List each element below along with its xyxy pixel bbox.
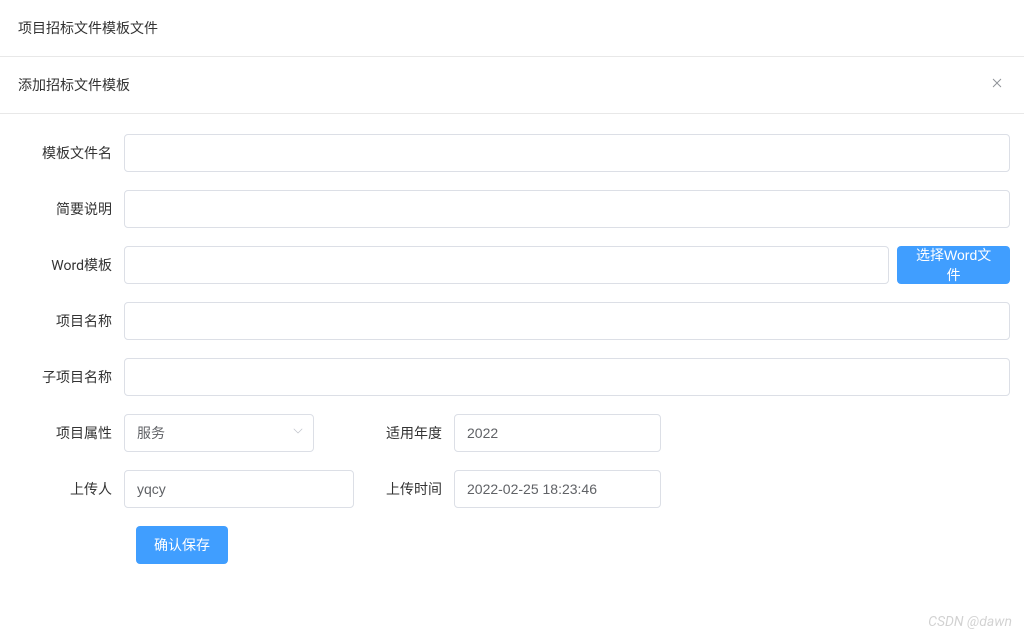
project-attr-select[interactable] <box>124 414 314 452</box>
row-word-template: Word模板 选择Word文件 <box>14 246 1010 284</box>
project-attr-value[interactable] <box>124 414 314 452</box>
page-title: 项目招标文件模板文件 <box>0 0 1024 57</box>
confirm-save-button[interactable]: 确认保存 <box>136 526 228 564</box>
template-file-name-input[interactable] <box>124 134 1010 172</box>
label-project-name: 项目名称 <box>14 311 124 331</box>
row-brief-desc: 简要说明 <box>14 190 1010 228</box>
row-sub-project-name: 子项目名称 <box>14 358 1010 396</box>
sub-project-name-input[interactable] <box>124 358 1010 396</box>
dialog-title: 添加招标文件模板 <box>18 75 130 95</box>
row-uploader-time: 上传人 上传时间 <box>14 470 1010 508</box>
submit-row: 确认保存 <box>14 526 1010 564</box>
word-template-input[interactable] <box>124 246 889 284</box>
label-brief-desc: 简要说明 <box>14 199 124 219</box>
label-applicable-year: 适用年度 <box>354 423 454 443</box>
row-template-file-name: 模板文件名 <box>14 134 1010 172</box>
label-template-file-name: 模板文件名 <box>14 143 124 163</box>
close-icon <box>990 76 1004 94</box>
row-project-name: 项目名称 <box>14 302 1010 340</box>
dialog-header: 添加招标文件模板 <box>0 57 1024 114</box>
label-uploader: 上传人 <box>14 479 124 499</box>
brief-desc-input[interactable] <box>124 190 1010 228</box>
applicable-year-input[interactable] <box>454 414 661 452</box>
upload-time-input[interactable] <box>454 470 661 508</box>
row-project-attr-year: 项目属性 适用年度 <box>14 414 1010 452</box>
select-word-file-button[interactable]: 选择Word文件 <box>897 246 1010 284</box>
label-word-template: Word模板 <box>14 255 124 275</box>
label-upload-time: 上传时间 <box>354 479 454 499</box>
watermark: CSDN @dawn <box>928 614 1012 630</box>
close-button[interactable] <box>988 76 1006 94</box>
label-project-attr: 项目属性 <box>14 423 124 443</box>
form-body: 模板文件名 简要说明 Word模板 选择Word文件 项目名称 子项目名称 项目… <box>0 114 1024 584</box>
label-sub-project-name: 子项目名称 <box>14 367 124 387</box>
uploader-input[interactable] <box>124 470 354 508</box>
project-name-input[interactable] <box>124 302 1010 340</box>
